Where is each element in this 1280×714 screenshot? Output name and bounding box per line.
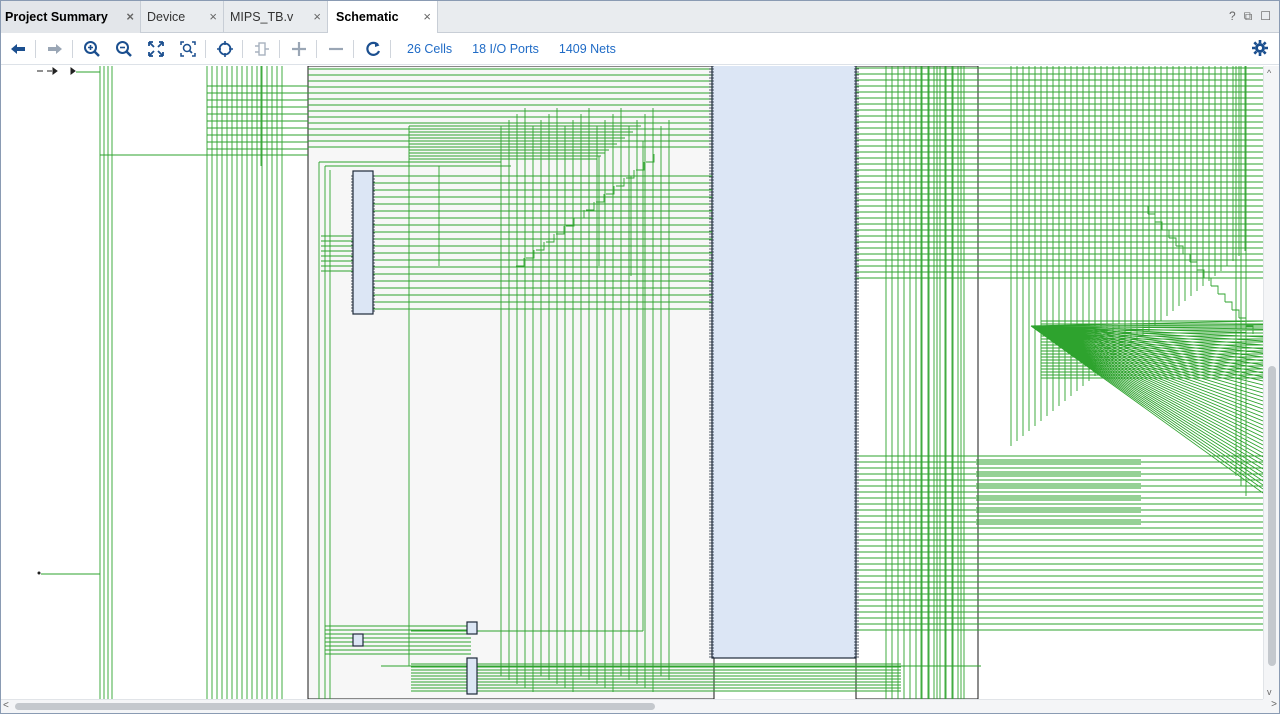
io-ports-count-link[interactable]: 18 I/O Ports: [472, 42, 539, 56]
expand-button[interactable]: [286, 36, 312, 62]
zoom-in-icon: [84, 40, 100, 57]
tab-schematic[interactable]: Schematic ×: [328, 1, 438, 33]
toolbar-divider: [242, 39, 243, 58]
tab-label: Project Summary: [5, 10, 108, 24]
window-controls: ? ⧉ ☐: [1229, 9, 1271, 24]
tab-label: MIPS_TB.v: [230, 10, 294, 24]
cell-icon: [255, 41, 269, 56]
input-port-icons[interactable]: [37, 67, 76, 575]
schematic-drawing[interactable]: [1, 66, 1263, 699]
gear-icon[interactable]: [1251, 39, 1269, 57]
close-icon[interactable]: ×: [423, 10, 431, 23]
back-button[interactable]: [5, 36, 31, 62]
close-icon[interactable]: ×: [209, 10, 217, 23]
back-arrow-icon: [11, 43, 25, 54]
zoom-in-button[interactable]: [79, 36, 105, 62]
toolbar-divider: [72, 39, 73, 58]
horizontal-scrollbar[interactable]: <: [1, 699, 1263, 713]
toolbar-divider: [35, 39, 36, 58]
plus-icon: [292, 41, 306, 56]
register-cell[interactable]: [352, 170, 374, 315]
small-cell[interactable]: [466, 657, 478, 695]
restore-icon[interactable]: ⧉: [1244, 9, 1253, 24]
collapse-button[interactable]: [323, 36, 349, 62]
target-icon: [217, 40, 233, 57]
forward-arrow-icon: [48, 43, 62, 54]
small-cell[interactable]: [352, 633, 364, 647]
refresh-icon: [366, 41, 381, 56]
toolbar-divider: [205, 39, 206, 58]
scroll-left-icon[interactable]: <: [3, 700, 9, 711]
close-icon[interactable]: ×: [126, 10, 134, 23]
help-icon[interactable]: ?: [1229, 9, 1236, 24]
vertical-scrollbar[interactable]: ^ v: [1263, 66, 1279, 699]
close-icon[interactable]: ×: [313, 10, 321, 23]
toolbar-divider: [353, 39, 354, 58]
tab-label: Schematic: [336, 10, 399, 24]
tab-device[interactable]: Device ×: [141, 1, 224, 33]
scroll-up-icon[interactable]: ^: [1267, 68, 1271, 78]
maximize-icon[interactable]: ☐: [1260, 9, 1271, 24]
scroll-down-icon[interactable]: v: [1267, 687, 1272, 697]
zoom-out-icon: [116, 40, 132, 57]
forward-button[interactable]: [42, 36, 68, 62]
zoom-area-icon: [180, 40, 196, 57]
schematic-canvas[interactable]: [1, 66, 1263, 699]
hierarchy-boundary[interactable]: [855, 66, 979, 699]
zoom-area-button[interactable]: [175, 36, 201, 62]
schematic-window: Project Summary × Device × MIPS_TB.v × S…: [0, 0, 1280, 714]
scroll-right-icon[interactable]: >: [1271, 699, 1277, 710]
toolbar-divider: [279, 39, 280, 58]
toolbar-divider: [390, 39, 391, 58]
horizontal-scroll-thumb[interactable]: [15, 703, 655, 710]
tab-project-summary[interactable]: Project Summary ×: [1, 1, 141, 33]
schematic-toolbar: 26 Cells 18 I/O Ports 1409 Nets: [1, 33, 1279, 65]
collapse-cell-button[interactable]: [249, 36, 275, 62]
select-target-button[interactable]: [212, 36, 238, 62]
cells-count-link[interactable]: 26 Cells: [407, 42, 452, 56]
zoom-out-button[interactable]: [111, 36, 137, 62]
toolbar-divider: [316, 39, 317, 58]
fit-view-button[interactable]: [143, 36, 169, 62]
refresh-button[interactable]: [360, 36, 386, 62]
minus-icon: [329, 47, 343, 50]
vertical-scroll-thumb[interactable]: [1268, 366, 1276, 666]
small-cell[interactable]: [466, 621, 478, 635]
large-cell-block[interactable]: [711, 66, 857, 659]
tab-label: Device: [147, 10, 186, 24]
nets-count-link[interactable]: 1409 Nets: [559, 42, 616, 56]
scrollbar-corner: >: [1263, 699, 1279, 713]
tab-bar: Project Summary × Device × MIPS_TB.v × S…: [1, 1, 1279, 33]
tab-mips-tb[interactable]: MIPS_TB.v ×: [224, 1, 328, 33]
fit-view-icon: [148, 40, 164, 57]
